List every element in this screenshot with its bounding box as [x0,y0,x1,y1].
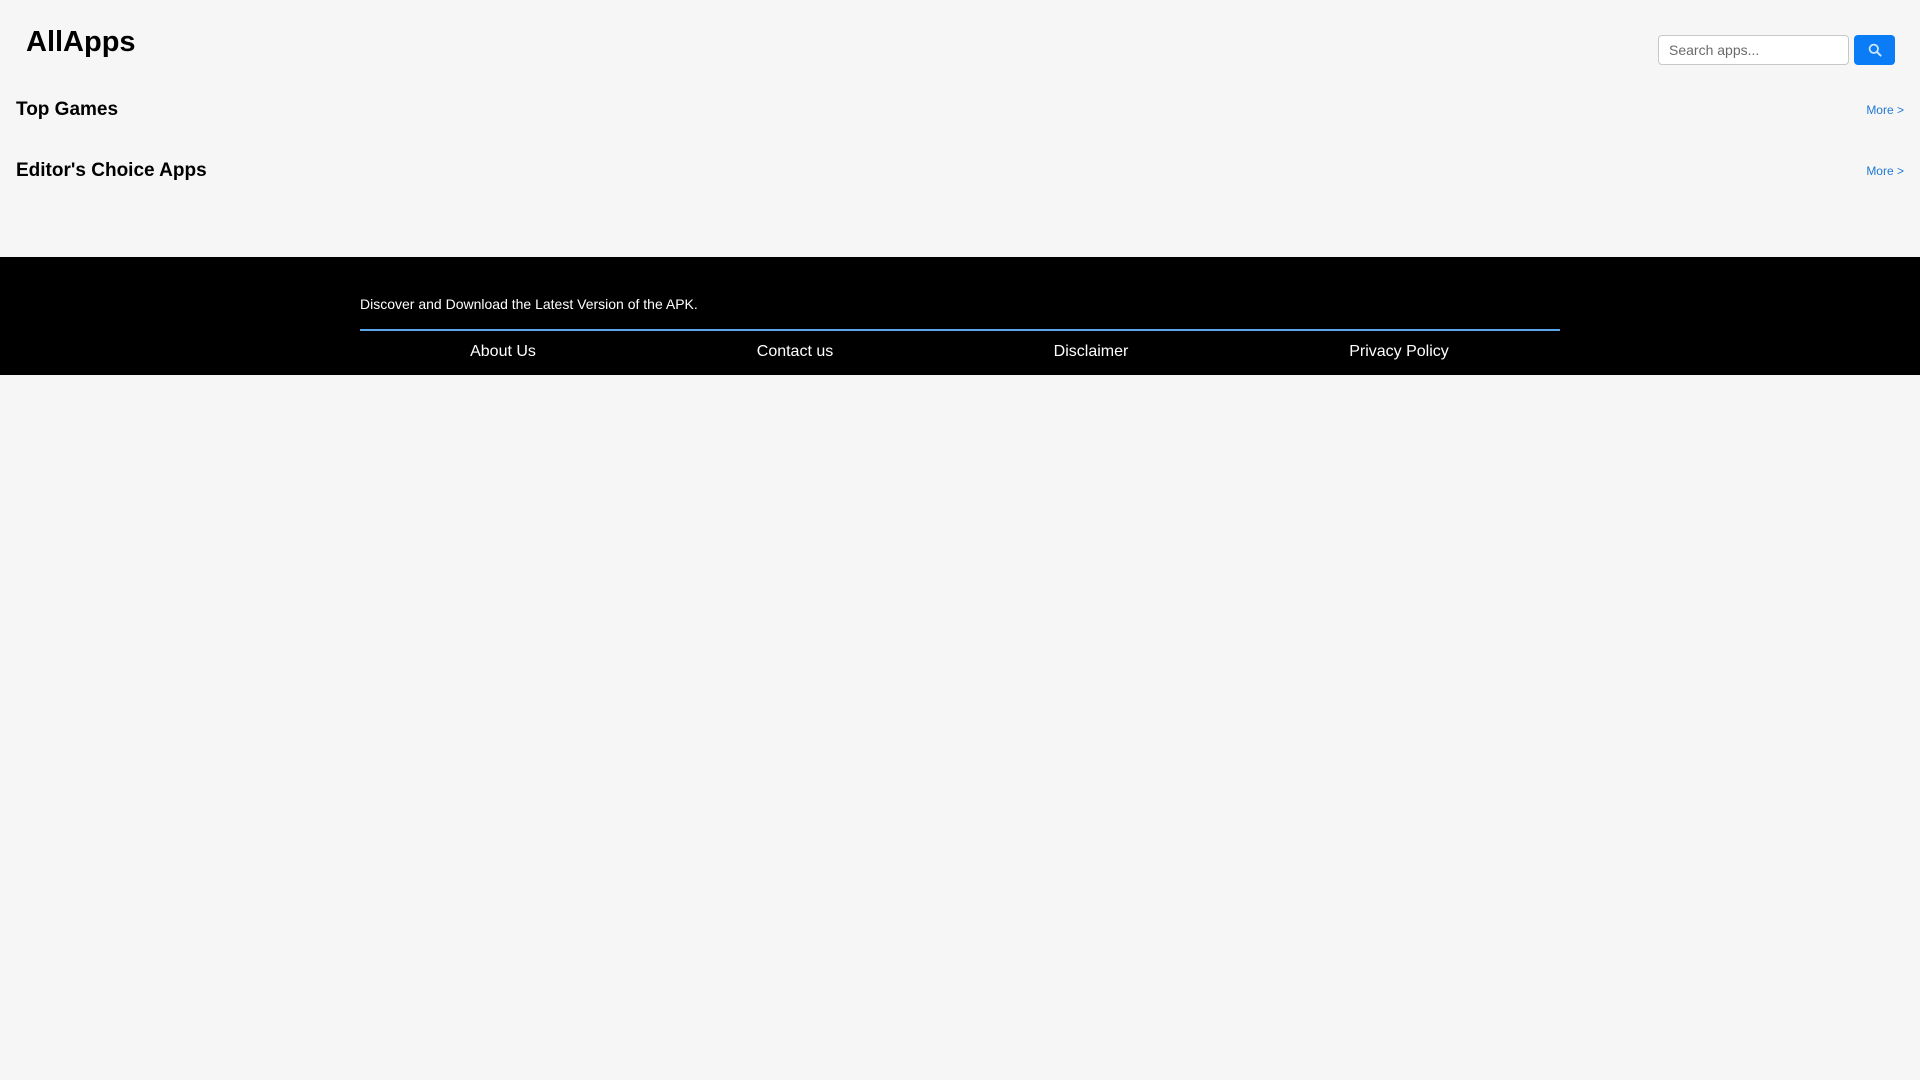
site-header: AllApps [0,0,1920,80]
more-link[interactable]: More > [1866,163,1904,179]
footer-link-privacy-policy[interactable]: Privacy Policy [1349,341,1449,363]
search-icon [1868,43,1882,57]
section-title: Editor's Choice Apps [16,160,207,181]
section-editors-choice: Editor's Choice Apps More > [0,141,1920,202]
section-top-games: Top Games More > [0,80,1920,141]
more-link[interactable]: More > [1866,102,1904,118]
search-button[interactable] [1854,35,1895,65]
footer-divider [360,329,1560,331]
footer-link-about-us[interactable]: About Us [470,341,536,363]
search-bar [1658,35,1895,65]
site-footer: Discover and Download the Latest Version… [0,257,1920,375]
section-title: Top Games [16,99,119,120]
footer-link-contact-us[interactable]: Contact us [757,341,833,363]
search-input[interactable] [1658,35,1849,65]
footer-nav: About Us Contact us Disclaimer Privacy P… [360,341,1560,363]
site-logo[interactable]: AllApps [26,26,136,58]
footer-link-disclaimer[interactable]: Disclaimer [1054,341,1129,363]
footer-tagline: Discover and Download the Latest Version… [360,296,698,312]
